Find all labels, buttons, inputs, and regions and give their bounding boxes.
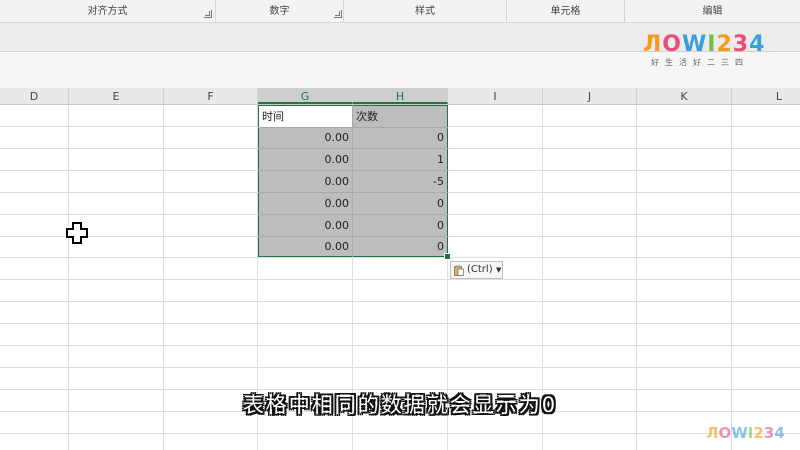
cell-g-row-1[interactable]: 0.00: [259, 127, 352, 148]
cell-h-row-6[interactable]: 0: [353, 236, 447, 257]
paste-options-button[interactable]: (Ctrl) ▼: [450, 261, 503, 279]
ribbon-group-bar: 对齐方式 数字 样式 单元格 编辑: [0, 0, 800, 23]
brand-logo: ЛOWI234 好生活好二三四: [643, 33, 783, 69]
logo-letter: W: [681, 32, 708, 57]
grid-line: [0, 323, 800, 324]
column-header-e[interactable]: E: [69, 88, 164, 104]
logo-letter: Л: [643, 32, 663, 57]
clipboard-icon: [454, 265, 464, 276]
ribbon-group-alignment: 对齐方式: [0, 0, 216, 22]
cell-g-row-4[interactable]: 0.00: [259, 193, 352, 214]
logo-letter: O: [662, 32, 682, 57]
logo-letter: 4: [749, 32, 766, 57]
logo-letter: O: [718, 424, 732, 442]
logo-letter: Л: [706, 424, 719, 442]
ribbon-group-label: 样式: [415, 6, 435, 17]
ribbon-group-label: 单元格: [550, 6, 581, 17]
logo-wordmark: ЛOWI234: [643, 33, 783, 57]
column-header-k[interactable]: K: [637, 88, 732, 104]
ribbon-group-label: 编辑: [702, 6, 723, 17]
cross-cursor-icon: [66, 222, 88, 244]
grid-line: [0, 367, 800, 368]
cell-g-row-6[interactable]: 0.00: [259, 236, 352, 257]
watermark-logo: ЛOWI234: [706, 423, 796, 443]
logo-letter: 3: [732, 32, 750, 57]
cell-h-row-4[interactable]: 0: [353, 193, 447, 214]
column-header-l[interactable]: L: [732, 88, 800, 104]
ribbon-group-label: 数字: [269, 6, 290, 17]
cell-h-header[interactable]: 次数: [353, 106, 447, 127]
ribbon-group-styles: 样式: [344, 0, 507, 22]
cell-h-row-2[interactable]: 1: [353, 149, 447, 170]
dialog-launcher-icon[interactable]: [204, 10, 212, 18]
logo-letter: 2: [753, 424, 764, 442]
logo-letter: 2: [716, 32, 733, 57]
logo-letter: W: [731, 424, 748, 442]
cell-g-header[interactable]: 时间: [259, 106, 352, 127]
cell-g-row-5[interactable]: 0.00: [259, 215, 352, 236]
fill-handle[interactable]: [444, 253, 451, 260]
grid-line: [0, 279, 800, 280]
column-header-i[interactable]: I: [448, 88, 543, 104]
column-header-d[interactable]: D: [0, 88, 69, 104]
logo-letter: 4: [774, 424, 785, 442]
ribbon-group-number: 数字: [216, 0, 344, 22]
column-header-j[interactable]: J: [543, 88, 637, 104]
ribbon-group-cells: 单元格: [507, 0, 625, 22]
column-header-row: D E F G H I J K L: [0, 88, 800, 105]
column-header-f[interactable]: F: [164, 88, 258, 104]
column-header-h[interactable]: H: [353, 88, 448, 104]
grid-line: [0, 301, 800, 302]
grid-line: [0, 345, 800, 346]
cell-h-row-1[interactable]: 0: [353, 127, 447, 148]
cell-g-row-2[interactable]: 0.00: [259, 149, 352, 170]
ribbon-group-label: 对齐方式: [87, 6, 128, 17]
cell-h-row-5[interactable]: 0: [353, 215, 447, 236]
video-subtitle: 表格中相同的数据就会显示为0: [242, 393, 558, 417]
logo-tagline: 好生活好二三四: [651, 58, 749, 67]
chevron-down-icon: ▼: [496, 266, 502, 274]
grid-line: [0, 257, 800, 258]
logo-letter: 3: [763, 424, 775, 442]
ribbon-group-editing: 编辑: [625, 0, 800, 22]
cell-g-row-3[interactable]: 0.00: [259, 171, 352, 192]
cell-h-row-3[interactable]: -5: [353, 171, 447, 192]
grid-line: [0, 433, 800, 434]
paste-options-label: (Ctrl): [467, 264, 493, 275]
column-header-g[interactable]: G: [258, 88, 353, 104]
dialog-launcher-icon[interactable]: [334, 10, 342, 18]
